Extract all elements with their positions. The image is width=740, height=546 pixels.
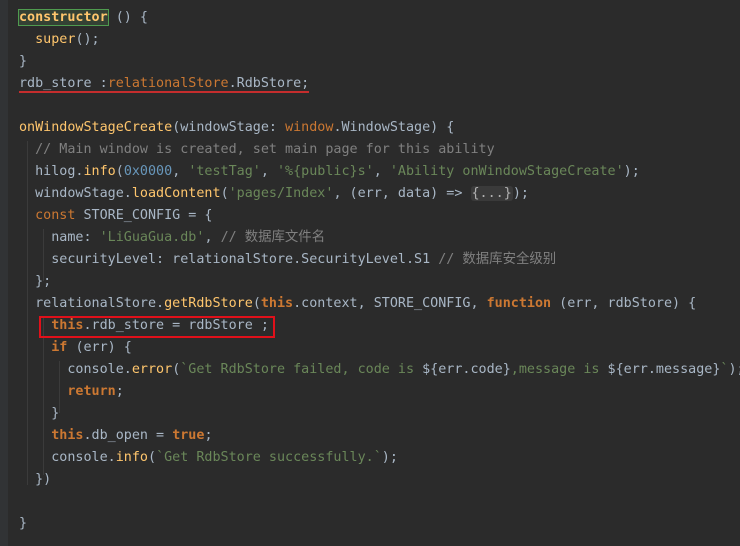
code-token: securityLevel: relationalStore.SecurityL… (19, 252, 439, 267)
code-line: console.info(`Get RdbStore successfully.… (19, 447, 398, 469)
code-token: , (373, 164, 390, 179)
highlight-box (39, 316, 275, 338)
code-token: constructor (18, 9, 109, 26)
code-token: ); (728, 362, 740, 377)
code-token: .db_open = (83, 428, 173, 443)
code-token: return (67, 384, 116, 399)
code-line: }; (19, 271, 51, 293)
code-token: {...} (470, 186, 513, 201)
code-token: STORE_CONFIG = { (83, 208, 213, 223)
code-token: console. (19, 362, 132, 377)
code-token: 'LiGuaGua.db' (99, 230, 205, 245)
code-token: relationalStore. (19, 296, 165, 311)
code-line: rdb_store :relationalStore.RdbStore; (19, 73, 310, 95)
code-token: relationalStore (107, 76, 229, 93)
code-line: super(); (19, 29, 100, 51)
code-token: super (19, 32, 76, 47)
code-token: function (486, 296, 560, 311)
code-token: }; (19, 274, 52, 289)
code-token: info (115, 450, 148, 465)
code-token: .context, STORE_CONFIG, (293, 296, 487, 311)
code-token: // 数据库文件名 (220, 230, 326, 245)
code-token: ; (115, 384, 124, 399)
code-token: ); (623, 164, 640, 179)
code-token: 'pages/Index' (228, 186, 334, 201)
code-editor[interactable]: constructor () { super();} rdb_store :rel… (0, 0, 740, 546)
code-line: // Main window is created, set main page… (19, 139, 495, 161)
code-token: getRdbStore (164, 296, 253, 311)
code-line: hilog.info(0x0000, 'testTag', '%{public}… (19, 161, 640, 183)
code-token: (windowStage: (172, 120, 286, 135)
code-token: , (err, data) => (333, 186, 471, 201)
code-token: `Get RdbStore successfully.` (156, 450, 382, 465)
code-token: onWindowStageCreate (19, 120, 173, 135)
code-line: } (19, 513, 27, 535)
editor-gutter (0, 0, 8, 546)
code-token: ); (512, 186, 529, 201)
code-line: const STORE_CONFIG = { (19, 205, 213, 227)
code-token: } (19, 406, 60, 421)
code-line: this.db_open = true; (19, 425, 213, 447)
code-token: ( (115, 164, 124, 179)
code-token: // 数据库安全级别 (438, 252, 557, 267)
code-token: (); (75, 32, 100, 47)
code-token: 'Ability onWindowStageCreate' (389, 164, 624, 179)
code-token: name: (19, 230, 100, 245)
code-token: hilog. (19, 164, 84, 179)
code-line: console.error(`Get RdbStore failed, code… (19, 359, 740, 381)
code-line: windowStage.loadContent('pages/Index', (… (19, 183, 529, 205)
code-token: ; (204, 428, 213, 443)
code-token: 0x0000 (123, 164, 173, 179)
code-token: info (83, 164, 116, 179)
code-line: name: 'LiGuaGua.db', // 数据库文件名 (19, 227, 325, 249)
code-line: relationalStore.getRdbStore(this.context… (19, 293, 696, 315)
code-token: // Main window is created, set main page… (19, 142, 495, 157)
code-token: ); (381, 450, 398, 465)
code-token: this (260, 296, 294, 311)
code-token: ( (220, 186, 229, 201)
code-token: ( (252, 296, 261, 311)
code-token: (err, rdbStore) { (559, 296, 697, 311)
code-token: ${err.message} (607, 362, 721, 377)
code-token: ,message is (510, 362, 608, 377)
code-token: () { (107, 10, 148, 25)
code-token: loadContent (131, 186, 221, 201)
code-line: return; (19, 381, 124, 403)
code-token: window (285, 120, 334, 135)
code-token: rdb_store : (19, 76, 108, 93)
code-token: ${err.code} (422, 362, 511, 377)
code-line: onWindowStageCreate(windowStage: window.… (19, 117, 454, 139)
code-token: } (19, 54, 28, 69)
code-token: '%{public}s' (277, 164, 374, 179)
code-line: } (19, 403, 59, 425)
code-token: , (172, 164, 189, 179)
code-token: .WindowStage) { (333, 120, 455, 135)
code-token: windowStage. (19, 186, 132, 201)
code-token: true (172, 428, 205, 443)
code-line: securityLevel: relationalStore.SecurityL… (19, 249, 556, 271)
code-token: if (51, 340, 76, 355)
code-token: , (260, 164, 277, 179)
code-token: .RdbStore; (228, 76, 310, 93)
code-line: }) (19, 469, 51, 491)
code-line: if (err) { (19, 337, 132, 359)
code-token: console. (19, 450, 116, 465)
code-token: error (131, 362, 173, 377)
code-token: (err) { (75, 340, 132, 355)
code-token: `Get RdbStore failed, code is (180, 362, 423, 377)
code-token: 'testTag' (188, 164, 261, 179)
code-line: constructor () { (18, 7, 148, 29)
code-token: } (19, 516, 28, 531)
code-token: }) (19, 472, 52, 487)
code-token: , (204, 230, 221, 245)
code-token: const (19, 208, 84, 223)
code-token: this (51, 428, 84, 443)
code-token: ( (148, 450, 157, 465)
code-line: } (19, 51, 27, 73)
